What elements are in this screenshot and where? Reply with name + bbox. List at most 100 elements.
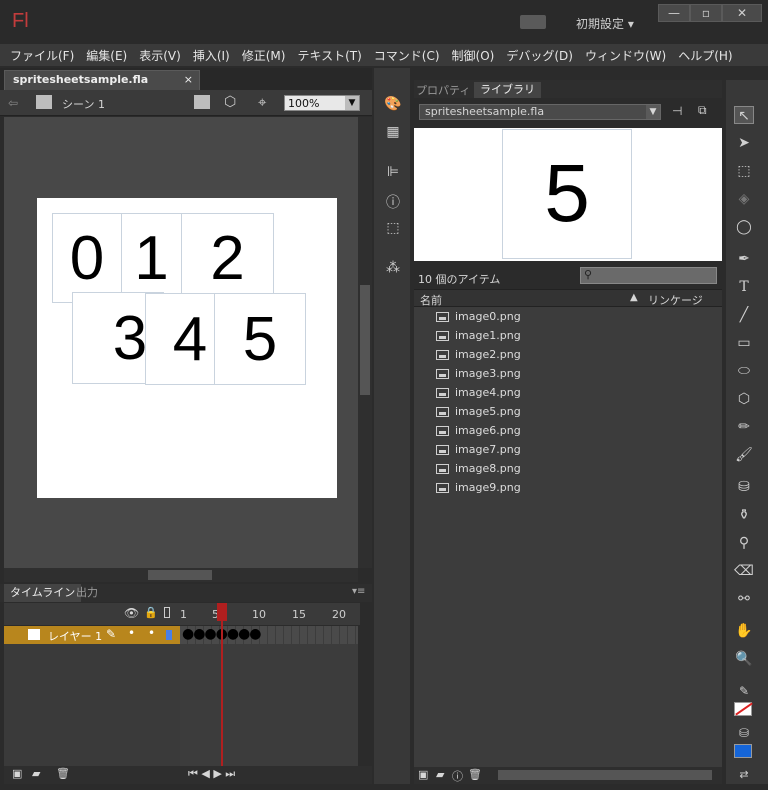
subselection-tool-icon[interactable]: ➤ xyxy=(734,134,754,152)
new-library-panel-icon[interactable]: ⧉ xyxy=(698,103,707,118)
oval-tool-icon[interactable]: ⬭ xyxy=(734,362,754,380)
library-horizontal-scrollbar[interactable] xyxy=(498,770,712,780)
list-item[interactable]: image7.png xyxy=(436,441,521,459)
color-palette-icon[interactable]: 🎨 xyxy=(384,96,402,112)
center-stage-icon[interactable]: ⌖ xyxy=(258,93,266,111)
tab-library[interactable]: ライブラリ xyxy=(474,82,541,98)
list-item[interactable]: image8.png xyxy=(436,460,521,478)
swatches-grid-icon[interactable]: ▦ xyxy=(384,124,402,140)
list-item[interactable]: image4.png xyxy=(436,384,521,402)
playhead[interactable] xyxy=(221,603,223,766)
list-item[interactable]: image6.png xyxy=(436,422,521,440)
new-symbol-icon[interactable]: ▣ xyxy=(418,768,428,781)
menu-modify[interactable]: 修正(M) xyxy=(242,47,286,64)
back-arrow-icon[interactable]: ⇦ xyxy=(8,96,18,110)
text-tool-icon[interactable]: T xyxy=(734,278,754,296)
list-item[interactable]: image1.png xyxy=(436,327,521,345)
selection-tool-icon[interactable]: ↖ xyxy=(734,106,754,124)
eraser-tool-icon[interactable]: ⌫ xyxy=(734,562,754,580)
zoom-tool-icon[interactable]: 🔍 xyxy=(734,650,754,668)
sprite-0[interactable]: 0 xyxy=(52,213,122,303)
swap-colors-icon[interactable]: ⇄ xyxy=(734,766,754,784)
library-search-input[interactable]: ⚲ xyxy=(580,267,717,284)
close-window-button[interactable]: ✕ xyxy=(722,4,762,22)
column-linkage[interactable]: リンケージ xyxy=(648,292,703,308)
new-folder-icon[interactable]: ▰ xyxy=(32,767,40,780)
close-tab-icon[interactable]: × xyxy=(184,71,193,89)
menu-commands[interactable]: コマンド(C) xyxy=(374,47,440,64)
bone-tool-icon[interactable]: ⚯ xyxy=(734,590,754,608)
new-folder-icon[interactable]: ▰ xyxy=(436,768,444,781)
hand-tool-icon[interactable]: ✋ xyxy=(734,622,754,640)
maximize-button[interactable]: ▫ xyxy=(690,4,722,22)
edit-scene-icon[interactable] xyxy=(194,95,210,109)
layer-outline-color[interactable] xyxy=(166,630,172,640)
menu-insert[interactable]: 挿入(I) xyxy=(193,47,230,64)
menu-debug[interactable]: デバッグ(D) xyxy=(506,47,573,64)
pen-tool-icon[interactable]: ✒ xyxy=(734,250,754,268)
tab-output[interactable]: 出力 xyxy=(70,584,104,602)
menu-view[interactable]: 表示(V) xyxy=(139,47,181,64)
eye-icon[interactable]: 👁 xyxy=(124,606,139,620)
eyedropper-tool-icon[interactable]: ⚲ xyxy=(734,534,754,552)
ink-bottle-tool-icon[interactable]: ⚱ xyxy=(734,506,754,524)
properties-icon[interactable]: ⓘ xyxy=(452,768,463,784)
menu-file[interactable]: ファイル(F) xyxy=(10,47,74,64)
tab-properties[interactable]: プロパティ xyxy=(416,82,470,98)
edit-symbols-icon[interactable]: ⬡ xyxy=(224,94,236,110)
menu-window[interactable]: ウィンドウ(W) xyxy=(585,47,666,64)
list-item[interactable]: image5.png xyxy=(436,403,521,421)
delete-icon[interactable]: 🗑 xyxy=(468,768,482,781)
document-tab[interactable]: spritesheetsample.fla (Canvas)* × xyxy=(4,70,200,104)
rectangle-tool-icon[interactable]: ▭ xyxy=(734,334,754,352)
menu-text[interactable]: テキスト(T) xyxy=(297,47,361,64)
stroke-color-swatch[interactable] xyxy=(734,702,753,716)
lasso-tool-icon[interactable]: ◯ xyxy=(734,218,754,236)
transform-icon[interactable]: ⬚ xyxy=(384,220,402,236)
line-tool-icon[interactable]: ╱ xyxy=(734,306,754,324)
pin-icon[interactable]: ⊣ xyxy=(672,104,682,118)
minimize-button[interactable]: — xyxy=(658,4,690,22)
new-layer-icon[interactable]: ▣ xyxy=(12,767,22,780)
sprite-1[interactable]: 1 xyxy=(122,213,182,303)
workspace-switcher[interactable]: 初期設定 ▾ xyxy=(576,15,634,32)
library-file-select[interactable]: spritesheetsample.fla ▼ xyxy=(419,104,661,120)
layer-visibility-dot[interactable]: • xyxy=(128,626,135,640)
list-item[interactable]: image2.png xyxy=(436,346,521,364)
sprite-5[interactable]: 5 xyxy=(214,293,306,385)
motion-presets-icon[interactable]: ⁂ xyxy=(384,260,402,276)
info-icon[interactable]: ⓘ xyxy=(384,192,402,211)
delete-icon[interactable]: 🗑 xyxy=(56,767,70,780)
fill-color-swatch[interactable] xyxy=(734,744,752,758)
menu-help[interactable]: ヘルプ(H) xyxy=(678,47,732,64)
3d-rotation-tool-icon[interactable]: ◈ xyxy=(734,190,754,208)
layer-lock-dot[interactable]: • xyxy=(148,626,155,640)
stage-horizontal-scroll-thumb[interactable] xyxy=(148,570,212,580)
brush-tool-icon[interactable]: 🖌 xyxy=(734,446,754,464)
lock-icon[interactable]: 🔒 xyxy=(144,606,158,619)
column-name[interactable]: 名前 xyxy=(420,292,442,308)
layer-name[interactable]: レイヤー 1 xyxy=(48,628,102,644)
sprite-4[interactable]: 4 xyxy=(145,293,215,385)
zoom-select[interactable]: 100% ▼ xyxy=(284,95,360,111)
playback-controls-icon[interactable]: ⏮ ◀ ▶ ⏭ xyxy=(188,767,235,781)
panel-menu-icon[interactable]: ▾≡ xyxy=(352,586,365,597)
layer-row[interactable]: レイヤー 1 ✎ • • xyxy=(4,626,180,644)
list-item[interactable]: image0.png xyxy=(436,308,521,326)
menu-edit[interactable]: 編集(E) xyxy=(86,47,127,64)
list-item[interactable]: image9.png xyxy=(436,479,521,497)
paint-bucket-tool-icon[interactable]: ⛁ xyxy=(734,478,754,496)
pencil-tool-icon[interactable]: ✏ xyxy=(734,418,754,436)
chevron-down-icon: ▼ xyxy=(345,96,359,110)
sort-arrow-icon[interactable]: ▲ xyxy=(630,292,638,303)
stage-vertical-scroll-thumb[interactable] xyxy=(360,285,370,395)
free-transform-tool-icon[interactable]: ⬚ xyxy=(734,162,754,180)
list-item[interactable]: image3.png xyxy=(436,365,521,383)
frame-row[interactable]: ●●●●●●● xyxy=(180,626,358,644)
sync-settings-icon[interactable] xyxy=(520,15,546,29)
sprite-2[interactable]: 2 xyxy=(182,213,274,303)
align-icon[interactable]: ⊫ xyxy=(384,164,402,180)
menu-control[interactable]: 制御(O) xyxy=(452,47,495,64)
outline-icon[interactable] xyxy=(164,607,170,618)
polystar-tool-icon[interactable]: ⬡ xyxy=(734,390,754,408)
